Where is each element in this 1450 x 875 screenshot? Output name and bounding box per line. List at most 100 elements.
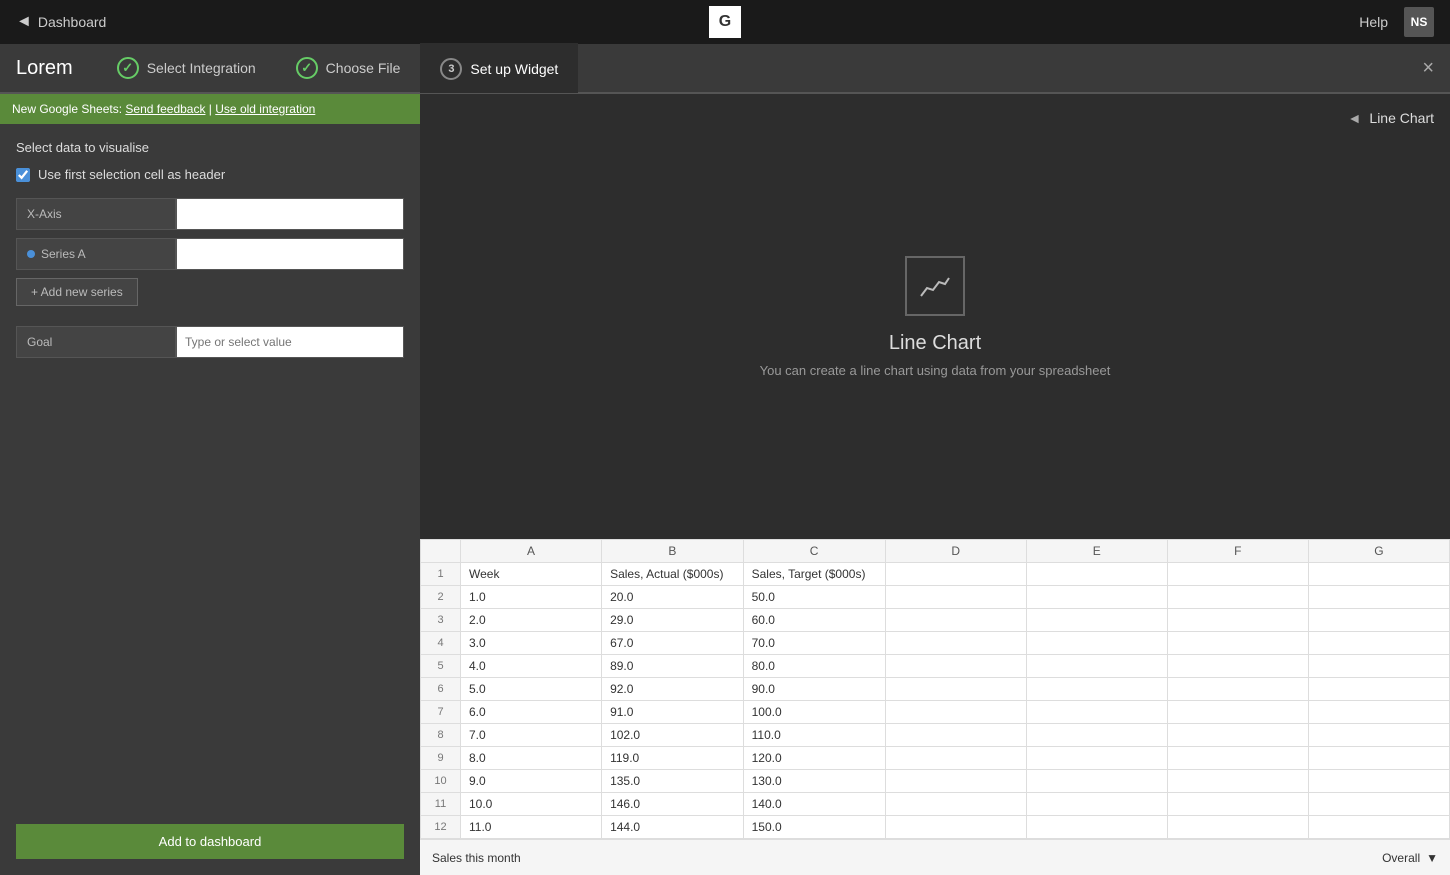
add-series-button[interactable]: + Add new series <box>16 278 138 306</box>
cell-e[interactable] <box>1026 793 1167 816</box>
cell-c[interactable]: 130.0 <box>743 770 885 793</box>
cell-a[interactable]: 1.0 <box>461 586 602 609</box>
cell-c[interactable]: 150.0 <box>743 816 885 839</box>
cell-c[interactable]: 90.0 <box>743 678 885 701</box>
cell-f[interactable] <box>1167 632 1308 655</box>
cell-b[interactable]: 29.0 <box>602 609 744 632</box>
cell-b[interactable]: 135.0 <box>602 770 744 793</box>
cell-a[interactable]: 10.0 <box>461 793 602 816</box>
cell-b[interactable]: 119.0 <box>602 747 744 770</box>
cell-d[interactable] <box>885 632 1026 655</box>
cell-a[interactable]: 8.0 <box>461 747 602 770</box>
cell-g[interactable] <box>1308 747 1449 770</box>
cell-c[interactable]: 80.0 <box>743 655 885 678</box>
cell-d[interactable] <box>885 678 1026 701</box>
cell-e[interactable] <box>1026 655 1167 678</box>
cell-d[interactable] <box>885 793 1026 816</box>
cell-e[interactable] <box>1026 563 1167 586</box>
cell-d[interactable] <box>885 747 1026 770</box>
cell-e[interactable] <box>1026 609 1167 632</box>
series-a-input[interactable] <box>176 238 404 270</box>
header-checkbox-label[interactable]: Use first selection cell as header <box>38 167 225 182</box>
cell-d[interactable] <box>885 770 1026 793</box>
cell-e[interactable] <box>1026 770 1167 793</box>
cell-f[interactable] <box>1167 609 1308 632</box>
cell-e[interactable] <box>1026 586 1167 609</box>
cell-e[interactable] <box>1026 816 1167 839</box>
cell-a[interactable]: 7.0 <box>461 724 602 747</box>
overall-dropdown[interactable]: Overall ▼ <box>1382 851 1438 865</box>
cell-g[interactable] <box>1308 701 1449 724</box>
cell-c[interactable]: 70.0 <box>743 632 885 655</box>
cell-c[interactable]: Sales, Target ($000s) <box>743 563 885 586</box>
cell-a[interactable]: 5.0 <box>461 678 602 701</box>
cell-d[interactable] <box>885 701 1026 724</box>
step-set-up-widget[interactable]: 3 Set up Widget <box>420 43 578 93</box>
cell-f[interactable] <box>1167 655 1308 678</box>
cell-c[interactable]: 120.0 <box>743 747 885 770</box>
send-feedback-link[interactable]: Send feedback <box>125 102 205 116</box>
cell-c[interactable]: 100.0 <box>743 701 885 724</box>
cell-f[interactable] <box>1167 678 1308 701</box>
cell-c[interactable]: 140.0 <box>743 793 885 816</box>
cell-b[interactable]: 91.0 <box>602 701 744 724</box>
cell-e[interactable] <box>1026 724 1167 747</box>
cell-a[interactable]: 3.0 <box>461 632 602 655</box>
cell-f[interactable] <box>1167 816 1308 839</box>
spreadsheet-container[interactable]: A B C D E F G 1WeekSales, Actual ($000s)… <box>420 539 1450 839</box>
cell-b[interactable]: 92.0 <box>602 678 744 701</box>
use-old-integration-link[interactable]: Use old integration <box>215 102 315 116</box>
cell-d[interactable] <box>885 609 1026 632</box>
cell-g[interactable] <box>1308 770 1449 793</box>
cell-g[interactable] <box>1308 586 1449 609</box>
cell-b[interactable]: 144.0 <box>602 816 744 839</box>
cell-f[interactable] <box>1167 793 1308 816</box>
cell-f[interactable] <box>1167 770 1308 793</box>
cell-g[interactable] <box>1308 678 1449 701</box>
cell-f[interactable] <box>1167 701 1308 724</box>
step-select-integration[interactable]: ✓ Select Integration <box>97 43 276 93</box>
cell-a[interactable]: 4.0 <box>461 655 602 678</box>
cell-g[interactable] <box>1308 563 1449 586</box>
cell-b[interactable]: Sales, Actual ($000s) <box>602 563 744 586</box>
cell-a[interactable]: 2.0 <box>461 609 602 632</box>
cell-c[interactable]: 50.0 <box>743 586 885 609</box>
cell-c[interactable]: 110.0 <box>743 724 885 747</box>
cell-b[interactable]: 67.0 <box>602 632 744 655</box>
cell-a[interactable]: 9.0 <box>461 770 602 793</box>
chart-nav-arrow-icon[interactable]: ◄ <box>1348 110 1362 126</box>
help-link[interactable]: Help <box>1359 14 1388 30</box>
cell-b[interactable]: 20.0 <box>602 586 744 609</box>
cell-f[interactable] <box>1167 747 1308 770</box>
sheet-tab[interactable]: Sales this month <box>432 851 521 865</box>
cell-e[interactable] <box>1026 678 1167 701</box>
cell-d[interactable] <box>885 724 1026 747</box>
cell-g[interactable] <box>1308 724 1449 747</box>
cell-d[interactable] <box>885 563 1026 586</box>
x-axis-input[interactable] <box>176 198 404 230</box>
cell-f[interactable] <box>1167 586 1308 609</box>
cell-b[interactable]: 102.0 <box>602 724 744 747</box>
cell-d[interactable] <box>885 586 1026 609</box>
cell-b[interactable]: 146.0 <box>602 793 744 816</box>
step-choose-file[interactable]: ✓ Choose File <box>276 43 421 93</box>
cell-g[interactable] <box>1308 609 1449 632</box>
cell-e[interactable] <box>1026 632 1167 655</box>
cell-f[interactable] <box>1167 563 1308 586</box>
cell-g[interactable] <box>1308 655 1449 678</box>
cell-g[interactable] <box>1308 816 1449 839</box>
cell-a[interactable]: 6.0 <box>461 701 602 724</box>
header-checkbox[interactable] <box>16 168 30 182</box>
close-button[interactable]: × <box>1422 57 1434 80</box>
cell-f[interactable] <box>1167 724 1308 747</box>
cell-g[interactable] <box>1308 632 1449 655</box>
cell-e[interactable] <box>1026 701 1167 724</box>
cell-a[interactable]: 11.0 <box>461 816 602 839</box>
cell-c[interactable]: 60.0 <box>743 609 885 632</box>
cell-d[interactable] <box>885 816 1026 839</box>
cell-d[interactable] <box>885 655 1026 678</box>
cell-b[interactable]: 89.0 <box>602 655 744 678</box>
cell-e[interactable] <box>1026 747 1167 770</box>
add-to-dashboard-button[interactable]: Add to dashboard <box>16 824 404 859</box>
cell-a[interactable]: Week <box>461 563 602 586</box>
